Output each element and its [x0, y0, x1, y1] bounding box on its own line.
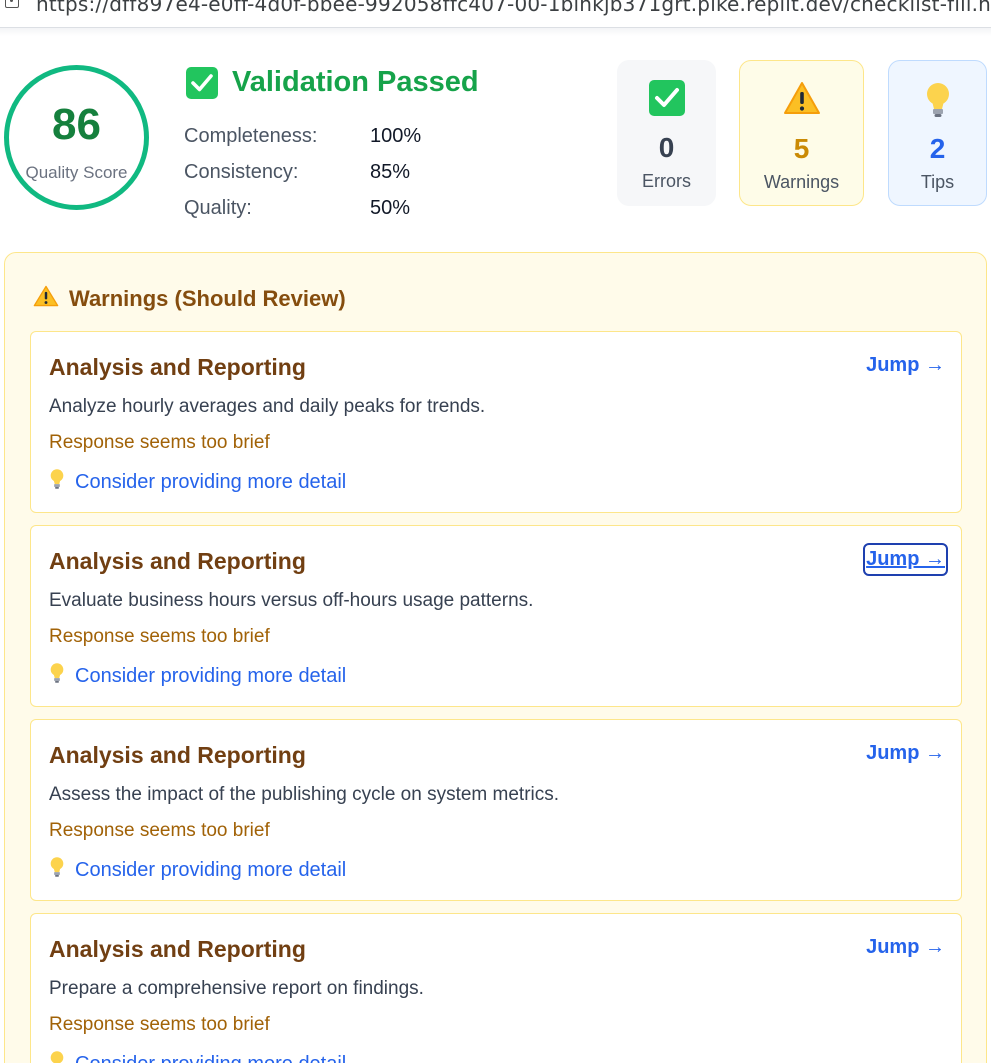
- jump-button[interactable]: Jump →: [866, 352, 945, 379]
- warning-item-suggestion: Consider providing more detail: [49, 1050, 346, 1063]
- metric-label: Consistency:: [184, 160, 299, 183]
- check-mark-icon: [648, 80, 685, 118]
- quality-score-value: 86: [52, 100, 101, 149]
- metric-row-completeness: Completeness: 100%: [184, 118, 421, 154]
- warning-icon: [783, 81, 821, 119]
- metrics-list: Completeness: 100% Consistency: 85% Qual…: [184, 118, 421, 226]
- warning-item-description: Evaluate business hours versus off-hours…: [49, 590, 534, 611]
- warning-item: Analysis and Reporting Jump → Evaluate b…: [30, 525, 962, 707]
- warnings-count: 5: [793, 133, 810, 164]
- warning-item-description: Prepare a comprehensive report on findin…: [49, 978, 424, 999]
- lightbulb-icon: [924, 81, 952, 119]
- warning-item-issue: Response seems too brief: [49, 626, 270, 647]
- warning-item: Analysis and Reporting Jump → Prepare a …: [30, 913, 962, 1063]
- metric-value: 50%: [370, 196, 411, 219]
- errors-label: Errors: [642, 171, 691, 191]
- warnings-label: Warnings: [763, 172, 840, 192]
- browser-url-bar[interactable]: https://dff897e4-e0ff-4d0f-bbee-992058ff…: [0, 0, 991, 28]
- warning-item-title: Analysis and Reporting: [49, 742, 306, 768]
- tips-label: Tips: [920, 172, 955, 192]
- metric-value: 85%: [370, 160, 411, 183]
- warnings-heading-text: Warnings (Should Review): [69, 286, 346, 311]
- metric-row-quality: Quality: 50%: [184, 190, 421, 226]
- metric-label: Completeness:: [184, 124, 318, 147]
- warning-item-suggestion: Consider providing more detail: [49, 662, 346, 690]
- lightbulb-icon: [49, 1050, 65, 1063]
- errors-stat-card: 0 Errors: [617, 60, 716, 206]
- check-mark-icon: [186, 66, 218, 99]
- warning-item-suggestion: Consider providing more detail: [49, 468, 346, 496]
- site-info-icon[interactable]: [5, 0, 19, 8]
- warning-item: Analysis and Reporting Jump → Assess the…: [30, 719, 962, 901]
- metric-label: Quality:: [184, 196, 252, 219]
- metric-value: 100%: [370, 124, 422, 147]
- quality-score-label: Quality Score: [25, 163, 128, 182]
- tips-stat-card: 2 Tips: [888, 60, 987, 206]
- warning-icon: [33, 285, 59, 313]
- warning-item-title: Analysis and Reporting: [49, 548, 306, 574]
- toolbar-divider: [0, 28, 991, 36]
- warning-item-description: Assess the impact of the publishing cycl…: [49, 784, 560, 805]
- lightbulb-icon: [49, 468, 65, 496]
- validation-status-title: Validation Passed: [232, 66, 479, 98]
- warnings-stat-card: 5 Warnings: [739, 60, 864, 206]
- suggestion-text: Consider providing more detail: [75, 858, 347, 881]
- warning-item-description: Analyze hourly averages and daily peaks …: [49, 396, 486, 417]
- warning-item-title: Analysis and Reporting: [49, 354, 306, 380]
- warnings-panel: Warnings (Should Review) Analysis and Re…: [4, 252, 987, 1063]
- warning-item-title: Analysis and Reporting: [49, 936, 306, 962]
- jump-button[interactable]: Jump →: [863, 543, 948, 576]
- suggestion-text: Consider providing more detail: [75, 664, 347, 687]
- errors-count: 0: [658, 132, 675, 163]
- metric-row-consistency: Consistency: 85%: [184, 154, 421, 190]
- jump-button[interactable]: Jump →: [866, 740, 945, 767]
- suggestion-text: Consider providing more detail: [75, 1053, 346, 1063]
- validation-status: Validation Passed: [186, 66, 479, 99]
- url-text[interactable]: https://dff897e4-e0ff-4d0f-bbee-992058ff…: [36, 0, 991, 16]
- lightbulb-icon: [49, 856, 65, 884]
- warning-item-issue: Response seems too brief: [49, 820, 270, 841]
- lightbulb-icon: [49, 662, 65, 690]
- jump-button[interactable]: Jump →: [866, 934, 945, 961]
- tips-count: 2: [929, 133, 946, 164]
- warning-item-suggestion: Consider providing more detail: [49, 856, 346, 884]
- warnings-heading: Warnings (Should Review): [33, 285, 346, 313]
- warning-item: Analysis and Reporting Jump → Analyze ho…: [30, 331, 962, 513]
- warning-item-issue: Response seems too brief: [49, 432, 270, 453]
- quality-score-ring: 86 Quality Score: [4, 65, 149, 210]
- suggestion-text: Consider providing more detail: [75, 470, 347, 493]
- warning-item-issue: Response seems too brief: [49, 1014, 270, 1035]
